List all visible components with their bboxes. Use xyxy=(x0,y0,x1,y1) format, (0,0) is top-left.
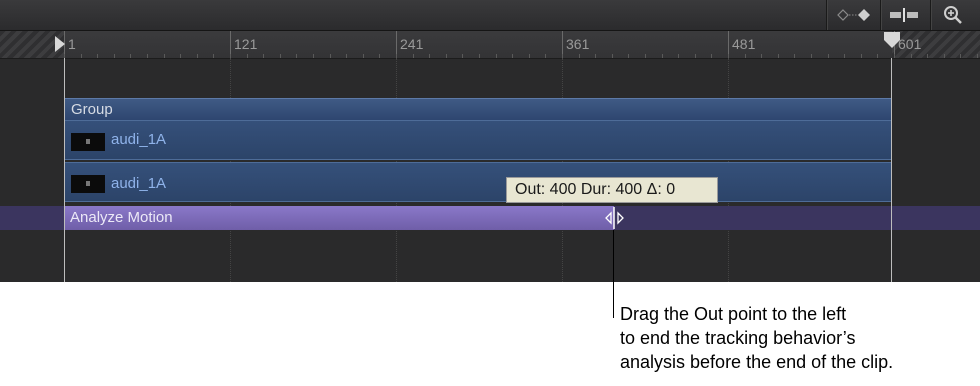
ruler-label: 481 xyxy=(732,36,756,52)
behavior-label: Analyze Motion xyxy=(70,209,173,226)
callout-line-3: analysis before the end of the clip. xyxy=(620,352,894,372)
ruler-minor-tick xyxy=(296,54,297,58)
ruler-minor-tick xyxy=(479,54,480,58)
ruler-minor-tick xyxy=(330,54,331,58)
ruler-minor-tick xyxy=(645,54,646,58)
clip-label: audi_1A xyxy=(111,131,167,148)
callout-line-2: to end the tracking behavior’s xyxy=(620,328,856,348)
ruler-minor-tick xyxy=(579,54,580,58)
ruler-minor-tick xyxy=(147,54,148,58)
ruler-minor-tick xyxy=(595,54,596,58)
ruler-minor-tick xyxy=(944,54,945,58)
toolbar-separator xyxy=(880,0,881,30)
ruler-minor-tick xyxy=(662,54,663,58)
play-range-out-line xyxy=(891,58,892,282)
analyze-motion-behavior-bar[interactable]: Analyze Motion xyxy=(64,206,614,230)
callout-line-1: Drag the Out point to the left xyxy=(620,304,847,324)
clip-label: audi_1A xyxy=(111,175,167,192)
ruler-minor-tick xyxy=(861,54,862,58)
ruler-label: 601 xyxy=(898,36,922,52)
ruler-minor-tick xyxy=(81,54,82,58)
out-point-trim-handle[interactable] xyxy=(603,206,625,230)
ruler-minor-tick xyxy=(413,54,414,58)
toolbar-separator xyxy=(930,0,931,30)
toolbar-separator xyxy=(826,0,827,30)
play-range-out-marker[interactable] xyxy=(883,31,901,49)
trim-info-tooltip: Out: 400 Dur: 400 Δ: 0 xyxy=(506,177,718,203)
ruler-minor-tick xyxy=(213,54,214,58)
ruler-minor-tick xyxy=(678,54,679,58)
ruler-minor-tick xyxy=(114,54,115,58)
clip-thumbnail xyxy=(71,175,105,193)
callout-text: Drag the Out point to the left to end th… xyxy=(620,302,893,374)
ruler-label: 361 xyxy=(566,36,590,52)
ruler-label: 121 xyxy=(234,36,258,52)
keyframe-nav-icon[interactable] xyxy=(834,4,874,26)
ruler-minor-tick xyxy=(911,54,912,58)
ruler-minor-tick xyxy=(164,54,165,58)
ruler-minor-tick xyxy=(130,54,131,58)
ruler-minor-tick xyxy=(379,54,380,58)
ruler-minor-tick xyxy=(462,54,463,58)
ruler-minor-tick xyxy=(778,54,779,58)
play-range-in-marker[interactable] xyxy=(54,35,66,53)
ruler-minor-tick xyxy=(628,54,629,58)
group-label: Group xyxy=(71,101,113,118)
clip-thumbnail xyxy=(71,133,105,151)
clip-track-1[interactable]: audi_1A xyxy=(64,120,892,160)
ruler-minor-tick xyxy=(877,54,878,58)
ruler-minor-tick xyxy=(612,54,613,58)
ruler-minor-tick xyxy=(811,54,812,58)
ruler-minor-tick xyxy=(496,54,497,58)
ruler-minor-tick xyxy=(346,54,347,58)
ruler-minor-tick xyxy=(695,54,696,58)
ruler-minor-tick xyxy=(247,54,248,58)
ruler-minor-tick xyxy=(927,54,928,58)
ruler-minor-tick xyxy=(794,54,795,58)
ruler-minor-tick xyxy=(761,54,762,58)
clip-track-2[interactable]: audi_1A xyxy=(64,162,892,202)
ruler-minor-tick xyxy=(263,54,264,58)
ruler-minor-tick xyxy=(828,54,829,58)
snapping-icon[interactable] xyxy=(886,4,922,26)
ruler-minor-tick xyxy=(711,54,712,58)
zoom-icon[interactable] xyxy=(938,4,968,26)
ruler-minor-tick xyxy=(363,54,364,58)
ruler-minor-tick xyxy=(894,54,895,58)
ruler-minor-tick xyxy=(512,54,513,58)
timeline-toolbar xyxy=(0,0,980,31)
ruler-minor-tick xyxy=(446,54,447,58)
ruler-minor-tick xyxy=(197,54,198,58)
play-range-in-line xyxy=(64,58,65,282)
ruler-minor-tick xyxy=(529,54,530,58)
timeline-panel: 1 121 241 361 481 601 Group audi_1A audi… xyxy=(0,0,980,282)
ruler-minor-tick xyxy=(313,54,314,58)
ruler-minor-tick xyxy=(280,54,281,58)
ruler-minor-tick xyxy=(977,54,978,58)
ruler-minor-tick xyxy=(180,54,181,58)
ruler-minor-tick xyxy=(545,54,546,58)
ruler-minor-tick xyxy=(429,54,430,58)
ruler-label: 1 xyxy=(68,36,76,52)
ruler-minor-tick xyxy=(745,54,746,58)
group-track[interactable]: Group xyxy=(64,98,892,120)
ruler-minor-tick xyxy=(97,54,98,58)
callout-leader-line xyxy=(613,230,614,318)
ruler-label: 241 xyxy=(400,36,424,52)
ruler-minor-tick xyxy=(960,54,961,58)
ruler-minor-tick xyxy=(844,54,845,58)
timeline-ruler[interactable]: 1 121 241 361 481 601 xyxy=(0,31,980,59)
